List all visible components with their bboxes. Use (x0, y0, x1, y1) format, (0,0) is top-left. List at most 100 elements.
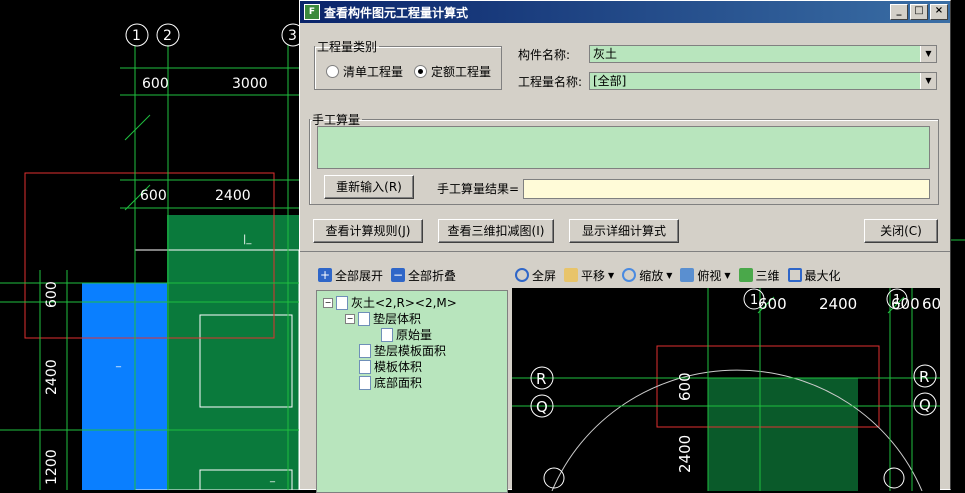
tree-item[interactable]: − 垫层体积 (345, 310, 421, 327)
restore-button[interactable]: □ (910, 4, 928, 20)
collapse-toggle-icon[interactable]: − (323, 297, 333, 308)
viewport-vertical-dimension: 2400 (676, 435, 694, 473)
reenter-button[interactable]: 重新输入(R) (324, 175, 414, 199)
maximize-view-button[interactable]: 最大化 (787, 267, 841, 284)
radio-bill-qty-label: 清单工程量 (343, 65, 404, 79)
zoom-button[interactable]: 缩放 ▼ (622, 267, 672, 284)
view-rules-button[interactable]: 查看计算规则(J) (313, 219, 423, 243)
collapse-all-label: 全部折叠 (408, 268, 457, 283)
manual-result-label: 手工算量结果= (437, 182, 520, 196)
row-label: R (536, 370, 546, 388)
tree-item[interactable]: 底部面积 (359, 374, 422, 391)
collapse-all-button[interactable]: − 全部折叠 (391, 267, 456, 284)
radio-quota-qty[interactable]: 定额工程量 (414, 63, 491, 80)
radio-bill-qty[interactable]: 清单工程量 (326, 63, 403, 80)
maximize-label: 最大化 (804, 268, 841, 283)
3d-view-icon (738, 268, 753, 282)
3d-button[interactable]: 三维 (738, 267, 780, 284)
axis-label: 2 (163, 28, 172, 44)
dimension-text: 600 (44, 281, 60, 308)
dimension-text: 2400 (44, 359, 60, 395)
3d-label: 三维 (755, 268, 780, 283)
tree-root[interactable]: − 灰土<2,R><2,M> (323, 294, 457, 311)
separator (300, 251, 950, 252)
view-toolbar: 全屏 平移 ▼ 缩放 ▼ 俯视 ▼ 三维 最大化 (515, 262, 849, 288)
axis-label: 3 (288, 28, 297, 44)
tree-item-label: 垫层模板面积 (374, 344, 447, 358)
plus-icon: + (318, 268, 332, 282)
tree-item[interactable]: 垫层模板面积 (359, 342, 446, 359)
fullscreen-button[interactable]: 全屏 (515, 267, 556, 284)
chevron-down-icon[interactable]: ▼ (920, 73, 936, 89)
dimension-text: 2400 (215, 188, 251, 204)
cad-mark: _ (115, 357, 122, 368)
chevron-down-icon[interactable]: ▼ (666, 271, 672, 280)
radio-quota-qty-dot[interactable] (414, 65, 427, 78)
viewport-vertical-dimension: 600 (676, 372, 694, 401)
viewport-dimension: 2400 (819, 295, 857, 313)
topview-label: 俯视 (697, 268, 722, 283)
pan-button[interactable]: 平移 ▼ (564, 267, 614, 284)
tree-item[interactable]: 原始量 (381, 326, 432, 343)
component-name-value: 灰土 (593, 47, 618, 61)
fullscreen-label: 全屏 (532, 268, 557, 283)
3d-viewport[interactable]: 1 1 600 2400 600 60 R Q R Q 600 2400 (512, 288, 940, 491)
dialog-title: 查看构件图元工程量计算式 (324, 5, 469, 20)
hand-icon (564, 268, 579, 282)
show-detail-button[interactable]: 显示详细计算式 (569, 219, 679, 243)
dialog-titlebar[interactable]: F 查看构件图元工程量计算式 _ □ × (300, 1, 950, 23)
view-3d-deduct-button[interactable]: 查看三维扣减图(I) (438, 219, 554, 243)
zoom-icon (622, 268, 637, 282)
zoom-label: 缩放 (639, 268, 664, 283)
document-icon (359, 359, 371, 374)
qty-type-legend: 工程量类别 (317, 40, 378, 54)
maximize-icon (787, 268, 802, 282)
topview-button[interactable]: 俯视 ▼ (680, 267, 731, 284)
dimension-text: 600 (140, 188, 167, 204)
component-name-select[interactable]: 灰土 ▼ (589, 45, 937, 63)
collapse-toggle-icon[interactable]: − (345, 313, 355, 324)
expand-all-button[interactable]: + 全部展开 (318, 267, 383, 284)
viewport-drawing: 1 1 600 2400 600 60 R Q R Q 600 2400 (512, 288, 940, 491)
fullscreen-icon (515, 268, 529, 282)
tree-toolbar: + 全部展开 − 全部折叠 (318, 262, 464, 288)
component-name-label: 构件名称: (518, 48, 571, 62)
axis-bubble (883, 467, 905, 489)
axis-bubble (543, 467, 565, 489)
manual-result-field[interactable] (523, 179, 930, 199)
tree-item-label: 模板体积 (374, 360, 423, 374)
cad-mark: _ (269, 472, 276, 483)
qty-name-select[interactable]: [全部] ▼ (589, 72, 937, 90)
radio-bill-qty-dot[interactable] (326, 65, 339, 78)
dimension-text: 600 (142, 76, 169, 92)
radio-quota-qty-label: 定额工程量 (431, 65, 492, 79)
close-button[interactable]: 关闭(C) (864, 219, 938, 243)
tree-item[interactable]: 模板体积 (359, 358, 422, 375)
tree-item-label: 垫层体积 (373, 312, 422, 326)
dimension-text: 3000 (232, 76, 268, 92)
viewport-dimension: 60 (922, 295, 940, 313)
qty-name-label: 工程量名称: (518, 75, 583, 89)
document-icon (359, 375, 371, 390)
viewport-dimension: 600 (891, 295, 920, 313)
quantity-calc-dialog: F 查看构件图元工程量计算式 _ □ × 工程量类别 清单工程量 定额工程量 构… (299, 0, 951, 493)
cad-mark: |_ (243, 234, 252, 245)
document-icon (359, 343, 371, 358)
right-edge-canvas (951, 0, 965, 490)
chevron-down-icon[interactable]: ▼ (920, 46, 936, 62)
tree-root-label: 灰土<2,R><2,M> (351, 296, 457, 310)
document-icon (358, 311, 370, 326)
tree-item-label: 底部面积 (374, 376, 423, 390)
tree-item-label: 原始量 (396, 328, 433, 342)
cube-icon (680, 268, 695, 282)
qty-name-value: [全部] (593, 74, 627, 88)
chevron-down-icon[interactable]: ▼ (608, 271, 614, 280)
document-icon (336, 295, 348, 310)
manual-qty-textarea[interactable] (317, 126, 930, 169)
minimize-button[interactable]: _ (890, 4, 908, 20)
axis-label: 1 (132, 28, 141, 44)
close-window-button[interactable]: × (930, 4, 948, 20)
row-label: Q (919, 396, 931, 414)
viewport-dimension: 600 (758, 295, 787, 313)
chevron-down-icon[interactable]: ▼ (724, 271, 730, 280)
